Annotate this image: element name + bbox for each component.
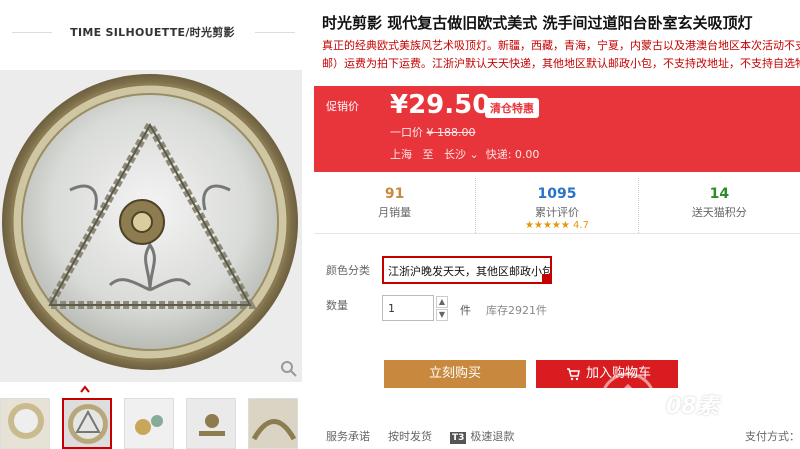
thumbnail[interactable] [248, 398, 298, 449]
product-title: 时光剪影 现代复古做旧欧式美式 洗手间过道阳台卧室玄关吸顶灯 [322, 14, 753, 32]
thumbnail-strip [0, 398, 305, 449]
increment-button[interactable]: ▲ [436, 296, 448, 308]
store-name[interactable]: TIME SILHOUETTE/时光剪影 [70, 24, 235, 40]
quantity-label: 数量 [326, 299, 348, 312]
points-count: 14 [709, 186, 730, 202]
zoom-icon[interactable] [280, 360, 298, 378]
check-icon [542, 274, 550, 282]
fast-refund-label: 极速退款 [470, 430, 515, 443]
star-icons: ★★★★★ [525, 220, 570, 231]
total-reviews[interactable]: 1095 累计评价 ★★★★★ 4.7 [476, 178, 639, 233]
original-price-value: ¥ 188.00 [426, 126, 476, 139]
rating: ★★★★★ 4.7 [476, 220, 637, 231]
on-time-shipping[interactable]: 按时发货 [388, 428, 432, 444]
chevron-up-icon [80, 385, 90, 393]
review-count: 1095 [537, 186, 577, 202]
color-option-text: 江浙沪晚发天天，其他区邮政小包 [388, 265, 552, 278]
original-price: 一口价 ¥ 188.00 [390, 124, 475, 140]
rating-value: 4.7 [573, 220, 589, 231]
shipping-info: 上海 至 长沙 ⌄ 快递: 0.00 [390, 146, 539, 162]
watermark-text: 08素 [666, 394, 719, 419]
decrement-button[interactable]: ▼ [436, 309, 448, 321]
subtitle-line: 真正的经典欧式美族风艺术吸顶灯。新疆，西藏，青海，宁夏，内蒙古以及港澳台地区本次… [322, 39, 800, 52]
product-subtitle: 真正的经典欧式美族风艺术吸顶灯。新疆，西藏，青海，宁夏，内蒙古以及港澳台地区本次… [322, 37, 800, 73]
product-gallery: TIME SILHOUETTE/时光剪影 [0, 0, 305, 449]
price-panel: 促销价 ¥29.50 清仓特惠 一口价 ¥ 188.00 上海 至 长沙 ⌄ 快… [314, 86, 800, 172]
ship-from: 上海 [390, 148, 412, 161]
color-option-selected[interactable]: 江浙沪晚发天天，其他区邮政小包 [382, 256, 552, 284]
original-price-label: 一口价 [390, 126, 423, 139]
promo-price: ¥29.50 [390, 90, 491, 120]
ship-to-select[interactable]: 长沙 [444, 148, 466, 161]
ship-fee: 快递: 0.00 [485, 148, 540, 161]
quantity-unit: 件 [460, 304, 471, 317]
promo-price-label: 促销价 [326, 100, 359, 113]
monthly-sales-count: 91 [384, 186, 405, 202]
review-caption: 累计评价 [534, 206, 579, 219]
thumbnail[interactable] [186, 398, 236, 449]
clearance-badge: 清仓特惠 [485, 98, 539, 118]
color-label: 颜色分类 [326, 264, 370, 277]
points-caption: 送天猫积分 [691, 206, 747, 219]
divider [12, 32, 52, 33]
fast-refund[interactable]: T3 极速退款 [450, 428, 514, 444]
quantity-input[interactable]: 1 [382, 295, 434, 321]
monthly-sales: 91 月销量 [314, 178, 477, 233]
main-product-image[interactable] [0, 70, 302, 382]
home-icon [600, 372, 656, 428]
tmall-points: 14 送天猫积分 [639, 178, 800, 233]
t3-badge: T3 [450, 432, 467, 444]
chevron-down-icon[interactable]: ⌄ [470, 148, 479, 161]
subtitle-line: 邮）运费为拍下运费。江浙沪默认天天快递，其他地区默认邮政小包，不支持改地址，不支… [322, 57, 800, 70]
service-label: 服务承诺 [326, 430, 370, 443]
thumbnail[interactable] [124, 398, 174, 449]
buy-now-button[interactable]: 立刻购买 [384, 360, 526, 388]
site-watermark: 08素 [598, 370, 798, 440]
divider [255, 32, 295, 33]
cart-icon [567, 368, 580, 381]
monthly-sales-caption: 月销量 [378, 206, 412, 219]
sales-stats: 91 月销量 1095 累计评价 ★★★★★ 4.7 14 送天猫积分 [314, 178, 800, 234]
stock-count: 库存2921件 [486, 304, 547, 317]
ship-to-word: 至 [422, 148, 434, 161]
store-header: TIME SILHOUETTE/时光剪影 [0, 12, 305, 52]
thumbnail[interactable] [62, 398, 112, 449]
thumbnail[interactable] [0, 398, 50, 449]
